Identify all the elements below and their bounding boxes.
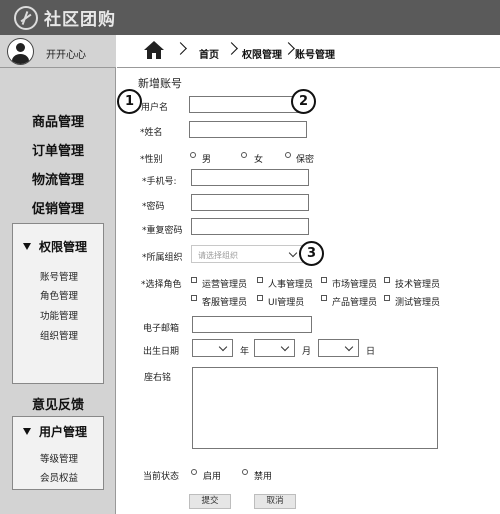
role-checkbox-hr[interactable] bbox=[257, 277, 263, 283]
user-name: 开开心心 bbox=[46, 50, 86, 61]
password-input[interactable] bbox=[191, 194, 309, 211]
home-icon[interactable] bbox=[143, 40, 165, 60]
gender-secret-label: 保密 bbox=[296, 155, 315, 165]
chevron-right-icon bbox=[282, 42, 295, 55]
role-label-tech: 技术管理员 bbox=[395, 280, 441, 290]
chevron-down-icon bbox=[344, 342, 354, 352]
user-box[interactable]: 开开心心 bbox=[0, 35, 116, 68]
role-checkbox-operations[interactable] bbox=[191, 277, 197, 283]
status-disabled-label: 禁用 bbox=[254, 472, 273, 482]
nav-item-feedback[interactable]: 意见反馈 bbox=[0, 394, 116, 413]
role-checkbox-tech[interactable] bbox=[384, 277, 390, 283]
role-checkbox-marketing[interactable] bbox=[321, 277, 327, 283]
nav-group-permissions[interactable]: 权限管理 bbox=[23, 238, 87, 255]
nav-group-permissions-label: 权限管理 bbox=[39, 240, 88, 254]
birth-day-unit: 日 bbox=[366, 347, 376, 357]
top-bar: 社区团购 bbox=[0, 0, 500, 35]
chevron-down-icon bbox=[288, 248, 298, 258]
sidebar: 开开心心 商品管理 订单管理 物流管理 促销管理 权限管理 账号管理 角色管理 … bbox=[0, 35, 116, 514]
role-checkbox-ui[interactable] bbox=[257, 295, 263, 301]
subnav-item-roles[interactable]: 角色管理 bbox=[13, 288, 105, 302]
email-label: 电子邮箱 bbox=[143, 324, 180, 334]
nav-item-promotions[interactable]: 促销管理 bbox=[0, 198, 116, 217]
org-select[interactable]: 请选择组织 bbox=[191, 245, 303, 263]
name-input[interactable] bbox=[189, 121, 307, 138]
password-repeat-label: *重复密码 bbox=[142, 226, 183, 236]
subnav-item-levels[interactable]: 等级管理 bbox=[13, 451, 105, 465]
role-label-operations: 运营管理员 bbox=[202, 280, 248, 290]
annotation-marker-2: 2 bbox=[291, 89, 316, 114]
caret-down-icon bbox=[23, 428, 31, 435]
username-label: 用户名 bbox=[141, 103, 169, 113]
status-disabled-radio[interactable] bbox=[242, 469, 248, 475]
gender-secret-radio[interactable] bbox=[285, 152, 291, 158]
nav-item-logistics[interactable]: 物流管理 bbox=[0, 169, 116, 188]
annotation-marker-1: 1 bbox=[117, 89, 142, 114]
role-checkbox-product[interactable] bbox=[321, 295, 327, 301]
subnav-item-accounts[interactable]: 账号管理 bbox=[13, 269, 105, 283]
nav-item-orders[interactable]: 订单管理 bbox=[0, 140, 116, 159]
breadcrumb-home[interactable]: 首页 bbox=[199, 46, 219, 61]
chevron-down-icon bbox=[218, 342, 228, 352]
breadcrumb-permissions[interactable]: 权限管理 bbox=[242, 46, 282, 61]
role-label-product: 产品管理员 bbox=[332, 298, 378, 308]
org-select-placeholder: 请选择组织 bbox=[198, 251, 238, 260]
birth-year-select[interactable] bbox=[192, 339, 233, 357]
username-input[interactable] bbox=[189, 96, 299, 113]
phone-input[interactable] bbox=[191, 169, 309, 186]
status-enabled-radio[interactable] bbox=[191, 469, 197, 475]
subnav-item-member-benefits[interactable]: 会员权益 bbox=[13, 470, 105, 484]
chevron-right-icon bbox=[225, 42, 238, 55]
cancel-button[interactable]: 取消 bbox=[254, 494, 296, 509]
nav-item-products[interactable]: 商品管理 bbox=[0, 111, 116, 130]
caret-down-icon bbox=[23, 243, 31, 250]
status-enabled-label: 启用 bbox=[203, 472, 222, 482]
org-label: *所属组织 bbox=[142, 253, 183, 263]
user-avatar-icon bbox=[7, 38, 34, 65]
logo-icon bbox=[14, 6, 38, 30]
roles-label: *选择角色 bbox=[141, 280, 182, 290]
name-label: *姓名 bbox=[140, 128, 163, 138]
birth-year-unit: 年 bbox=[240, 347, 250, 357]
gender-male-radio[interactable] bbox=[190, 152, 196, 158]
breadcrumb: 首页 权限管理 账号管理 bbox=[117, 35, 500, 68]
app-title: 社区团购 bbox=[44, 10, 116, 30]
breadcrumb-accounts: 账号管理 bbox=[295, 50, 335, 61]
phone-label: *手机号: bbox=[142, 177, 177, 187]
role-label-qa: 测试管理员 bbox=[395, 298, 441, 308]
password-label: *密码 bbox=[142, 202, 165, 212]
submit-button[interactable]: 提交 bbox=[189, 494, 231, 509]
role-checkbox-service[interactable] bbox=[191, 295, 197, 301]
password-repeat-input[interactable] bbox=[191, 218, 309, 235]
role-checkbox-qa[interactable] bbox=[384, 295, 390, 301]
birthday-label: 出生日期 bbox=[143, 347, 180, 357]
role-label-marketing: 市场管理员 bbox=[332, 280, 378, 290]
role-label-hr: 人事管理员 bbox=[268, 280, 314, 290]
motto-textarea[interactable] bbox=[192, 367, 438, 449]
role-label-ui: UI管理员 bbox=[268, 298, 305, 308]
subnav-item-organizations[interactable]: 组织管理 bbox=[13, 328, 105, 342]
email-input[interactable] bbox=[192, 316, 312, 333]
permission-submenu: 权限管理 账号管理 角色管理 功能管理 组织管理 bbox=[12, 223, 104, 384]
birth-day-select[interactable] bbox=[318, 339, 359, 357]
nav-group-user-mgmt[interactable]: 用户管理 bbox=[23, 423, 87, 440]
role-label-service: 客服管理员 bbox=[202, 298, 248, 308]
birth-month-select[interactable] bbox=[254, 339, 295, 357]
user-mgmt-submenu: 用户管理 等级管理 会员权益 bbox=[12, 416, 104, 490]
chevron-down-icon bbox=[280, 342, 290, 352]
gender-male-label: 男 bbox=[202, 155, 212, 165]
subnav-item-functions[interactable]: 功能管理 bbox=[13, 308, 105, 322]
nav-group-user-mgmt-label: 用户管理 bbox=[39, 425, 88, 439]
annotation-marker-3: 3 bbox=[299, 241, 324, 266]
gender-female-label: 女 bbox=[254, 155, 264, 165]
gender-female-radio[interactable] bbox=[241, 152, 247, 158]
chevron-right-icon bbox=[174, 42, 187, 55]
gender-label: *性别 bbox=[140, 155, 163, 165]
status-label: 当前状态 bbox=[143, 472, 180, 482]
birth-month-unit: 月 bbox=[302, 347, 312, 357]
form-title: 新增账号 bbox=[138, 77, 182, 90]
motto-label: 座右铭 bbox=[144, 373, 172, 383]
